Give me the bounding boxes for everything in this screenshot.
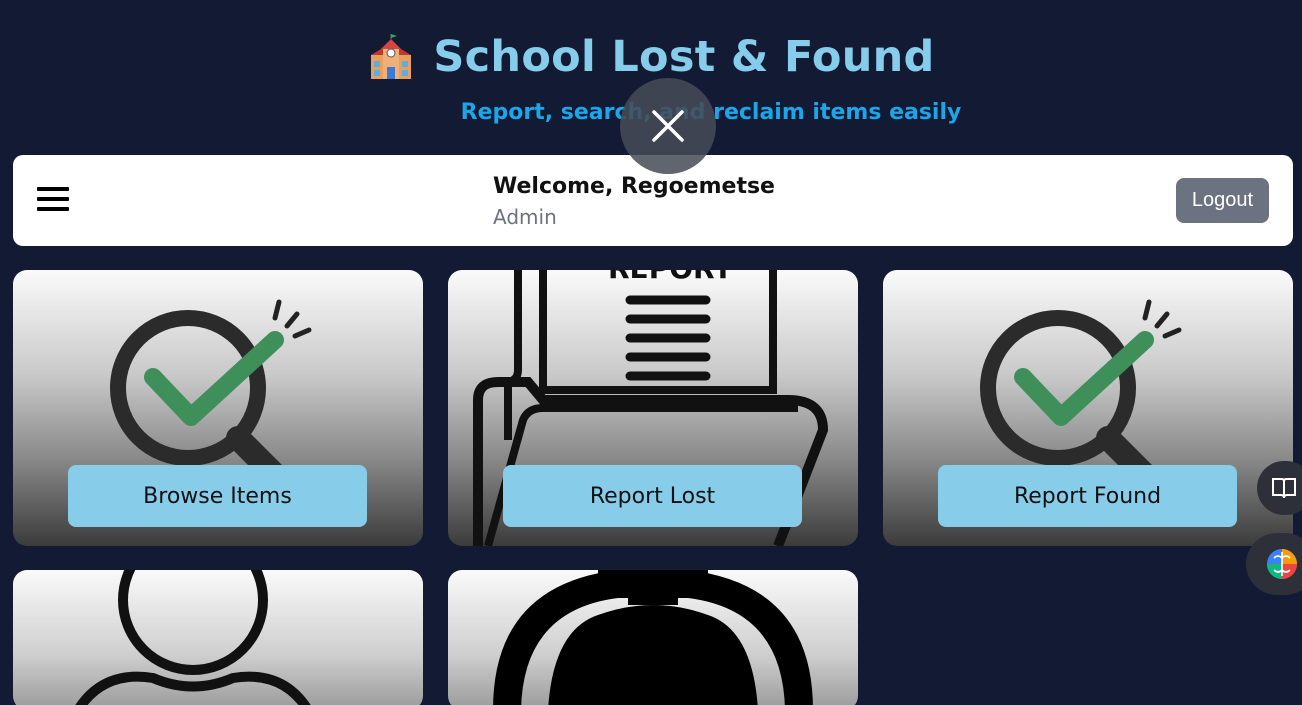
logout-button[interactable]: Logout <box>1176 178 1269 223</box>
svg-text:REPORT: REPORT <box>608 270 732 285</box>
report-lost-button[interactable]: Report Lost <box>503 465 802 527</box>
card-browse-items[interactable]: Browse Items <box>13 270 423 546</box>
report-found-button[interactable]: Report Found <box>938 465 1237 527</box>
brain-assistant-icon <box>1267 549 1297 579</box>
reader-mode-icon <box>1272 478 1296 499</box>
close-overlay-button[interactable] <box>620 78 716 174</box>
school-icon <box>371 34 412 79</box>
browse-items-button[interactable]: Browse Items <box>68 465 367 527</box>
user-profile-icon <box>75 570 311 705</box>
bell-icon <box>493 570 813 705</box>
card-report-lost[interactable]: REPORT Report Lost <box>448 270 858 546</box>
close-icon <box>652 110 684 142</box>
card-notifications[interactable] <box>448 570 858 705</box>
page-title: School Lost & Found <box>433 32 935 82</box>
user-role: Admin <box>493 205 557 229</box>
reader-mode-button[interactable] <box>1257 461 1302 515</box>
title-row: School Lost & Found <box>0 32 1302 82</box>
card-profile[interactable] <box>13 570 423 705</box>
assistant-button[interactable] <box>1246 533 1302 595</box>
hamburger-menu-icon[interactable] <box>37 182 69 216</box>
welcome-text: Welcome, Regoemetse <box>493 174 775 199</box>
card-report-found[interactable]: Report Found <box>883 270 1293 546</box>
